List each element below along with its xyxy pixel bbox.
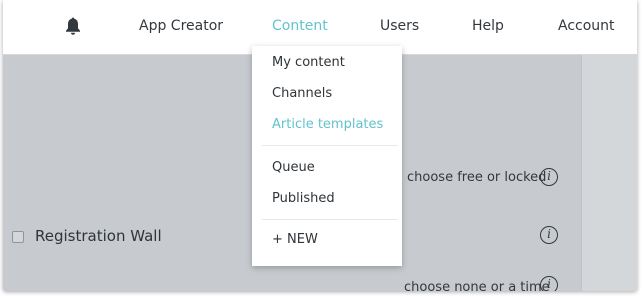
menu-item-channels[interactable]: Channels (272, 86, 332, 101)
info-icon[interactable]: i (540, 168, 558, 186)
nav-app-creator[interactable]: App Creator (139, 18, 223, 34)
menu-item-queue[interactable]: Queue (272, 160, 315, 175)
registration-wall-checkbox[interactable] (12, 231, 24, 243)
menu-divider (262, 145, 398, 146)
right-side-panel (581, 55, 637, 291)
bell-icon[interactable] (65, 16, 81, 36)
nav-help[interactable]: Help (472, 18, 504, 34)
nav-users[interactable]: Users (380, 18, 419, 34)
content-dropdown-menu: My content Channels Article templates Qu… (252, 46, 402, 266)
menu-item-new[interactable]: + NEW (272, 232, 318, 247)
app-window: App Creator Content Users Help Account c… (3, 0, 637, 291)
nav-account[interactable]: Account (558, 18, 615, 34)
info-icon[interactable]: i (540, 226, 558, 244)
menu-item-published[interactable]: Published (272, 191, 335, 206)
nav-content[interactable]: Content (272, 18, 328, 34)
menu-item-my-content[interactable]: My content (272, 55, 345, 70)
free-or-locked-label: choose free or locked (407, 170, 547, 185)
info-icon[interactable]: i (540, 276, 558, 291)
menu-item-article-templates[interactable]: Article templates (272, 117, 383, 132)
none-or-time-label: choose none or a time (404, 280, 550, 291)
menu-divider (262, 219, 398, 220)
registration-wall-label: Registration Wall (35, 227, 162, 245)
